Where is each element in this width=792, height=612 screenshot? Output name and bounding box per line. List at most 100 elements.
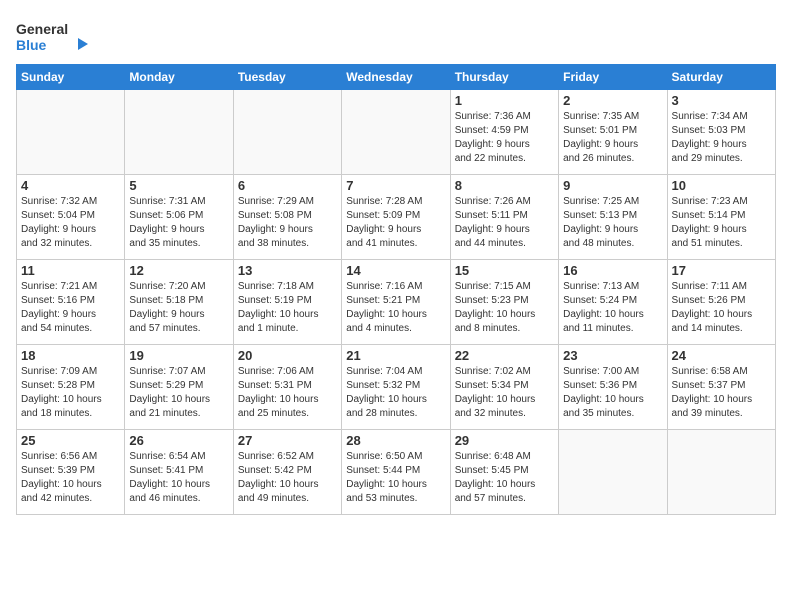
calendar-cell	[125, 90, 233, 175]
calendar-cell: 29 Sunrise: 6:48 AMSunset: 5:45 PMDayligh…	[450, 430, 558, 515]
day-number: 18	[21, 348, 120, 363]
day-number: 14	[346, 263, 445, 278]
day-number: 7	[346, 178, 445, 193]
day-number: 15	[455, 263, 554, 278]
day-number: 29	[455, 433, 554, 448]
calendar-cell	[667, 430, 775, 515]
calendar-cell: 7 Sunrise: 7:28 AMSunset: 5:09 PMDaylight…	[342, 175, 450, 260]
day-number: 12	[129, 263, 228, 278]
calendar-cell: 28 Sunrise: 6:50 AMSunset: 5:44 PMDayligh…	[342, 430, 450, 515]
calendar-cell: 18 Sunrise: 7:09 AMSunset: 5:28 PMDayligh…	[17, 345, 125, 430]
svg-text:General: General	[16, 21, 68, 37]
day-info: Sunrise: 6:48 AMSunset: 5:45 PMDaylight:…	[455, 450, 554, 506]
calendar-cell	[342, 90, 450, 175]
day-number: 26	[129, 433, 228, 448]
day-info: Sunrise: 7:16 AMSunset: 5:21 PMDaylight:…	[346, 280, 445, 336]
calendar-cell: 12 Sunrise: 7:20 AMSunset: 5:18 PMDayligh…	[125, 260, 233, 345]
calendar-cell: 17 Sunrise: 7:11 AMSunset: 5:26 PMDayligh…	[667, 260, 775, 345]
day-number: 11	[21, 263, 120, 278]
calendar-cell: 11 Sunrise: 7:21 AMSunset: 5:16 PMDayligh…	[17, 260, 125, 345]
day-number: 22	[455, 348, 554, 363]
calendar-cell: 16Sunrise: 7:13 AMSunset: 5:24 PMDayligh…	[559, 260, 667, 345]
calendar-cell: 27 Sunrise: 6:52 AMSunset: 5:42 PMDayligh…	[233, 430, 341, 515]
calendar-cell: 10 Sunrise: 7:23 AMSunset: 5:14 PMDayligh…	[667, 175, 775, 260]
day-info: Sunrise: 6:50 AMSunset: 5:44 PMDaylight:…	[346, 450, 445, 506]
day-number: 10	[672, 178, 771, 193]
calendar-header-row: SundayMondayTuesdayWednesdayThursdayFrid…	[17, 65, 776, 90]
calendar-cell: 5 Sunrise: 7:31 AMSunset: 5:06 PMDaylight…	[125, 175, 233, 260]
day-info: Sunrise: 7:04 AMSunset: 5:32 PMDaylight:…	[346, 365, 445, 421]
calendar-cell: 1 Sunrise: 7:36 AMSunset: 4:59 PMDaylight…	[450, 90, 558, 175]
logo: GeneralBlue	[16, 16, 96, 56]
day-info: Sunrise: 7:21 AMSunset: 5:16 PMDaylight:…	[21, 280, 120, 336]
calendar-week-1: 1 Sunrise: 7:36 AMSunset: 4:59 PMDaylight…	[17, 90, 776, 175]
calendar-cell: 15 Sunrise: 7:15 AMSunset: 5:23 PMDayligh…	[450, 260, 558, 345]
day-info: Sunrise: 7:32 AMSunset: 5:04 PMDaylight:…	[21, 195, 120, 251]
column-header-tuesday: Tuesday	[233, 65, 341, 90]
page-header: GeneralBlue	[16, 16, 776, 56]
column-header-wednesday: Wednesday	[342, 65, 450, 90]
day-number: 28	[346, 433, 445, 448]
calendar-week-2: 4 Sunrise: 7:32 AMSunset: 5:04 PMDaylight…	[17, 175, 776, 260]
day-info: Sunrise: 7:07 AMSunset: 5:29 PMDaylight:…	[129, 365, 228, 421]
calendar-cell: 20Sunrise: 7:06 AMSunset: 5:31 PMDayligh…	[233, 345, 341, 430]
day-info: Sunrise: 7:09 AMSunset: 5:28 PMDaylight:…	[21, 365, 120, 421]
day-info: Sunrise: 7:06 AMSunset: 5:31 PMDaylight:…	[238, 365, 337, 421]
column-header-thursday: Thursday	[450, 65, 558, 90]
column-header-sunday: Sunday	[17, 65, 125, 90]
calendar-cell: 6Sunrise: 7:29 AMSunset: 5:08 PMDaylight…	[233, 175, 341, 260]
day-number: 5	[129, 178, 228, 193]
column-header-monday: Monday	[125, 65, 233, 90]
calendar-table: SundayMondayTuesdayWednesdayThursdayFrid…	[16, 64, 776, 515]
calendar-cell: 9 Sunrise: 7:25 AMSunset: 5:13 PMDaylight…	[559, 175, 667, 260]
day-number: 21	[346, 348, 445, 363]
day-info: Sunrise: 7:00 AMSunset: 5:36 PMDaylight:…	[563, 365, 662, 421]
day-info: Sunrise: 6:58 AMSunset: 5:37 PMDaylight:…	[672, 365, 771, 421]
calendar-cell: 22 Sunrise: 7:02 AMSunset: 5:34 PMDayligh…	[450, 345, 558, 430]
svg-text:Blue: Blue	[16, 37, 47, 53]
day-number: 4	[21, 178, 120, 193]
calendar-cell: 25 Sunrise: 6:56 AMSunset: 5:39 PMDayligh…	[17, 430, 125, 515]
calendar-week-3: 11 Sunrise: 7:21 AMSunset: 5:16 PMDayligh…	[17, 260, 776, 345]
logo-svg: GeneralBlue	[16, 16, 96, 56]
day-info: Sunrise: 7:23 AMSunset: 5:14 PMDaylight:…	[672, 195, 771, 251]
day-info: Sunrise: 7:29 AMSunset: 5:08 PMDaylight:…	[238, 195, 337, 251]
day-info: Sunrise: 7:26 AMSunset: 5:11 PMDaylight:…	[455, 195, 554, 251]
day-info: Sunrise: 6:54 AMSunset: 5:41 PMDaylight:…	[129, 450, 228, 506]
calendar-cell	[233, 90, 341, 175]
day-info: Sunrise: 7:31 AMSunset: 5:06 PMDaylight:…	[129, 195, 228, 251]
day-info: Sunrise: 6:52 AMSunset: 5:42 PMDaylight:…	[238, 450, 337, 506]
calendar-cell	[559, 430, 667, 515]
day-number: 2	[563, 93, 662, 108]
day-info: Sunrise: 6:56 AMSunset: 5:39 PMDaylight:…	[21, 450, 120, 506]
day-info: Sunrise: 7:20 AMSunset: 5:18 PMDaylight:…	[129, 280, 228, 336]
day-info: Sunrise: 7:36 AMSunset: 4:59 PMDaylight:…	[455, 110, 554, 166]
calendar-cell: 23 Sunrise: 7:00 AMSunset: 5:36 PMDayligh…	[559, 345, 667, 430]
column-header-friday: Friday	[559, 65, 667, 90]
day-info: Sunrise: 7:28 AMSunset: 5:09 PMDaylight:…	[346, 195, 445, 251]
day-info: Sunrise: 7:02 AMSunset: 5:34 PMDaylight:…	[455, 365, 554, 421]
calendar-cell: 13 Sunrise: 7:18 AMSunset: 5:19 PMDayligh…	[233, 260, 341, 345]
day-number: 23	[563, 348, 662, 363]
calendar-week-5: 25 Sunrise: 6:56 AMSunset: 5:39 PMDayligh…	[17, 430, 776, 515]
day-number: 1	[455, 93, 554, 108]
day-info: Sunrise: 7:25 AMSunset: 5:13 PMDaylight:…	[563, 195, 662, 251]
day-number: 9	[563, 178, 662, 193]
day-number: 8	[455, 178, 554, 193]
calendar-cell: 26 Sunrise: 6:54 AMSunset: 5:41 PMDayligh…	[125, 430, 233, 515]
calendar-cell: 2Sunrise: 7:35 AMSunset: 5:01 PMDaylight…	[559, 90, 667, 175]
day-number: 25	[21, 433, 120, 448]
calendar-week-4: 18 Sunrise: 7:09 AMSunset: 5:28 PMDayligh…	[17, 345, 776, 430]
day-info: Sunrise: 7:13 AMSunset: 5:24 PMDaylight:…	[563, 280, 662, 336]
day-number: 17	[672, 263, 771, 278]
calendar-cell: 8 Sunrise: 7:26 AMSunset: 5:11 PMDaylight…	[450, 175, 558, 260]
day-number: 13	[238, 263, 337, 278]
day-number: 27	[238, 433, 337, 448]
day-info: Sunrise: 7:11 AMSunset: 5:26 PMDaylight:…	[672, 280, 771, 336]
calendar-cell: 4 Sunrise: 7:32 AMSunset: 5:04 PMDaylight…	[17, 175, 125, 260]
day-info: Sunrise: 7:18 AMSunset: 5:19 PMDaylight:…	[238, 280, 337, 336]
calendar-cell: 24Sunrise: 6:58 AMSunset: 5:37 PMDayligh…	[667, 345, 775, 430]
day-number: 19	[129, 348, 228, 363]
day-info: Sunrise: 7:15 AMSunset: 5:23 PMDaylight:…	[455, 280, 554, 336]
calendar-cell: 3Sunrise: 7:34 AMSunset: 5:03 PMDaylight…	[667, 90, 775, 175]
